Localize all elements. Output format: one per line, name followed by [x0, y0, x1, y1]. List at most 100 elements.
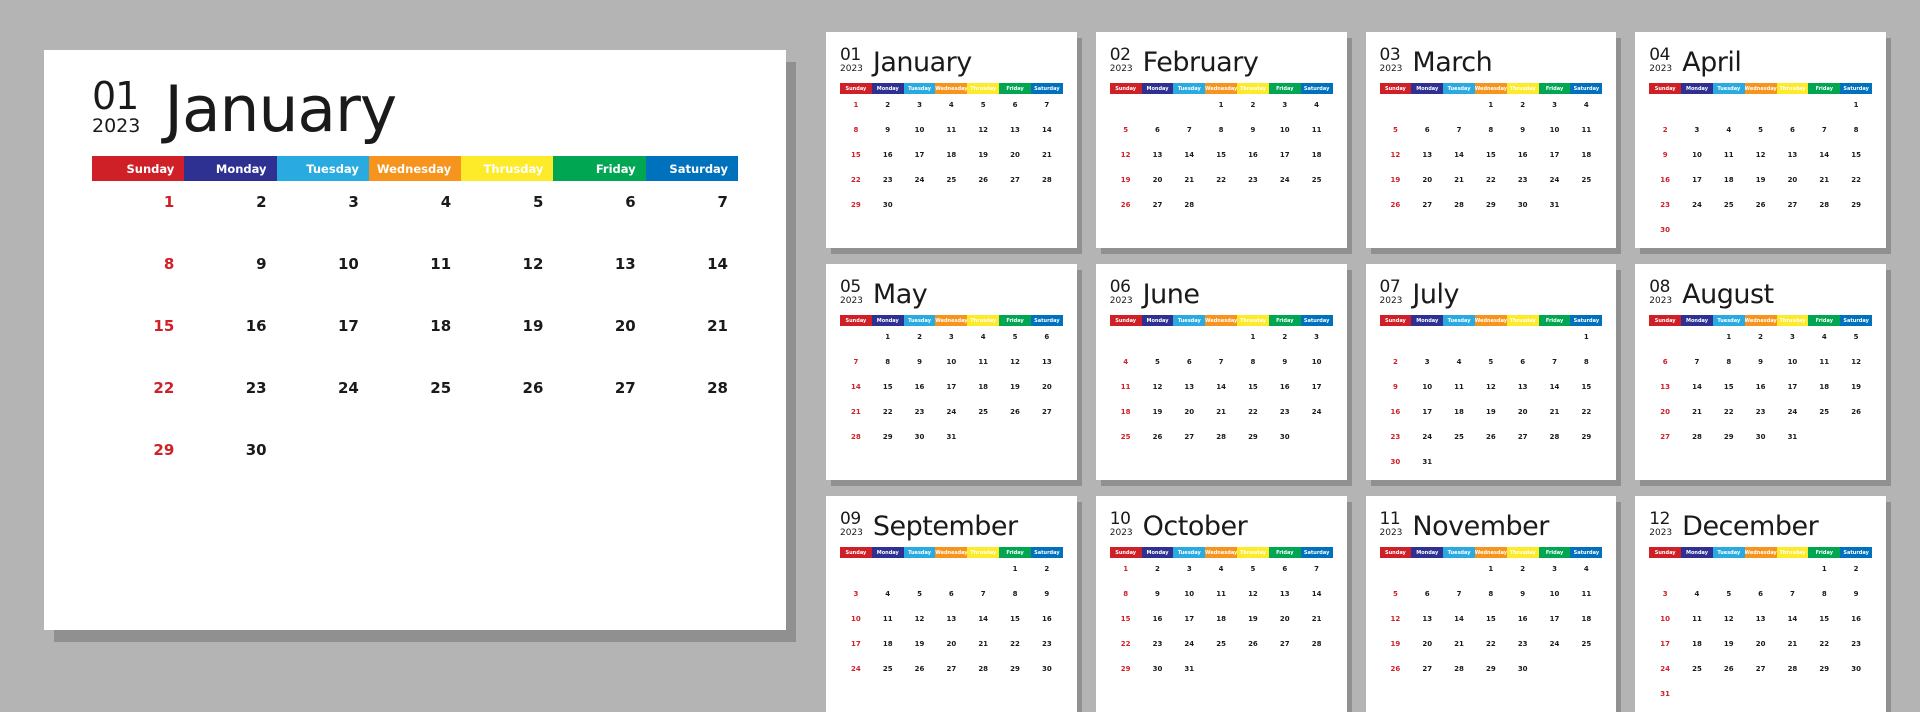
date-cell[interactable]: 29 [999, 662, 1031, 687]
date-cell[interactable]: 22 [1475, 173, 1507, 198]
date-cell[interactable]: 11 [1205, 587, 1237, 612]
date-cell[interactable]: 22 [1570, 405, 1602, 430]
date-cell[interactable]: 24 [1681, 198, 1713, 223]
date-cell[interactable]: 12 [1142, 380, 1174, 405]
date-cell[interactable]: 24 [1539, 637, 1571, 662]
date-cell[interactable]: 17 [277, 317, 369, 379]
date-cell[interactable]: 23 [1507, 637, 1539, 662]
date-cell[interactable]: 23 [1840, 637, 1872, 662]
date-cell[interactable]: 16 [872, 148, 904, 173]
date-cell[interactable]: 24 [1411, 430, 1443, 455]
date-cell[interactable]: 11 [1443, 380, 1475, 405]
date-cell[interactable]: 28 [1205, 430, 1237, 455]
date-cell[interactable]: 20 [1777, 173, 1809, 198]
date-cell[interactable]: 10 [1411, 380, 1443, 405]
date-cell[interactable]: 3 [904, 98, 936, 123]
date-cell[interactable]: 25 [1205, 637, 1237, 662]
date-cell[interactable]: 5 [999, 330, 1031, 355]
date-cell[interactable]: 17 [1777, 380, 1809, 405]
date-cell[interactable]: 1 [1205, 98, 1237, 123]
date-cell[interactable]: 19 [1840, 380, 1872, 405]
date-cell[interactable]: 12 [461, 255, 553, 317]
date-cell[interactable]: 13 [999, 123, 1031, 148]
date-cell[interactable]: 16 [1745, 380, 1777, 405]
date-cell[interactable]: 2 [1031, 562, 1063, 587]
date-cell[interactable]: 21 [967, 637, 999, 662]
date-cell[interactable]: 7 [1681, 355, 1713, 380]
date-cell[interactable]: 3 [1681, 123, 1713, 148]
date-cell[interactable]: 27 [1411, 198, 1443, 223]
date-cell[interactable]: 31 [1411, 455, 1443, 480]
date-cell[interactable]: 11 [967, 355, 999, 380]
date-cell[interactable]: 31 [1777, 430, 1809, 455]
date-cell[interactable]: 20 [1649, 405, 1681, 430]
date-cell[interactable]: 29 [1237, 430, 1269, 455]
date-cell[interactable]: 8 [840, 123, 872, 148]
date-cell[interactable]: 10 [1301, 355, 1333, 380]
date-cell[interactable]: 1 [1840, 98, 1872, 123]
date-cell[interactable]: 5 [1380, 123, 1412, 148]
date-cell[interactable]: 10 [1681, 148, 1713, 173]
date-cell[interactable]: 26 [1380, 662, 1412, 687]
date-cell[interactable]: 29 [1570, 430, 1602, 455]
date-cell[interactable]: 21 [1681, 405, 1713, 430]
date-cell[interactable]: 11 [1110, 380, 1142, 405]
date-cell[interactable]: 2 [184, 193, 276, 255]
mini-month-card-may[interactable]: 05 2023 May Sunday Monday Tuesday Wednesday Thr… [826, 264, 1077, 480]
date-cell[interactable]: 17 [1539, 612, 1571, 637]
date-cell[interactable]: 5 [904, 587, 936, 612]
mini-month-card-november[interactable]: 11 2023 November Sunday Monday Tuesday Wednesd… [1365, 496, 1617, 712]
date-cell[interactable]: 14 [1031, 123, 1063, 148]
date-cell[interactable]: 10 [1649, 612, 1681, 637]
mini-month-card-august[interactable]: 08 2023 August Sunday Monday Tuesday Wednesday… [1635, 264, 1886, 480]
date-cell[interactable]: 30 [1507, 198, 1539, 223]
date-cell[interactable]: 20 [1411, 173, 1443, 198]
date-cell[interactable]: 26 [461, 379, 553, 441]
date-cell[interactable]: 4 [1301, 98, 1333, 123]
date-cell[interactable]: 19 [999, 380, 1031, 405]
date-cell[interactable]: 5 [461, 193, 553, 255]
date-cell[interactable]: 4 [1570, 98, 1602, 123]
date-cell[interactable]: 14 [1681, 380, 1713, 405]
date-cell[interactable]: 27 [1745, 662, 1777, 687]
date-cell[interactable]: 24 [1777, 405, 1809, 430]
date-cell[interactable]: 2 [1380, 355, 1412, 380]
date-cell[interactable]: 6 [1507, 355, 1539, 380]
date-cell[interactable]: 9 [1269, 355, 1301, 380]
date-cell[interactable]: 14 [840, 380, 872, 405]
date-cell[interactable]: 17 [1411, 405, 1443, 430]
date-cell[interactable]: 11 [1570, 587, 1602, 612]
date-cell[interactable]: 7 [1777, 587, 1809, 612]
date-cell[interactable]: 6 [1031, 330, 1063, 355]
date-cell[interactable]: 17 [1301, 380, 1333, 405]
date-cell[interactable]: 8 [1110, 587, 1142, 612]
date-cell[interactable]: 20 [935, 637, 967, 662]
date-cell[interactable]: 2 [1745, 330, 1777, 355]
date-cell[interactable]: 7 [646, 193, 738, 255]
date-cell[interactable]: 4 [369, 193, 461, 255]
date-cell[interactable]: 26 [999, 405, 1031, 430]
date-cell[interactable]: 2 [872, 98, 904, 123]
date-cell[interactable]: 3 [1173, 562, 1205, 587]
date-cell[interactable]: 7 [840, 355, 872, 380]
date-cell[interactable]: 9 [1142, 587, 1174, 612]
date-cell[interactable]: 19 [1110, 173, 1142, 198]
date-cell[interactable]: 22 [1713, 405, 1745, 430]
mini-month-card-february[interactable]: 02 2023 February Sunday Monday Tuesday Wednesd… [1095, 32, 1347, 248]
date-cell[interactable]: 16 [184, 317, 276, 379]
date-cell[interactable]: 13 [1411, 612, 1443, 637]
date-cell[interactable]: 28 [1173, 198, 1205, 223]
mini-month-card-december[interactable]: 12 2023 December Sunday Monday Tuesday Wednesd… [1635, 496, 1886, 712]
date-cell[interactable]: 25 [1713, 198, 1745, 223]
date-cell[interactable]: 10 [840, 612, 872, 637]
date-cell[interactable]: 24 [1301, 405, 1333, 430]
date-cell[interactable]: 12 [1237, 587, 1269, 612]
date-cell[interactable]: 26 [1110, 198, 1142, 223]
date-cell[interactable]: 28 [840, 430, 872, 455]
date-cell[interactable]: 13 [1411, 148, 1443, 173]
date-cell[interactable]: 21 [1173, 173, 1205, 198]
date-cell[interactable]: 4 [935, 98, 967, 123]
date-cell[interactable]: 28 [967, 662, 999, 687]
date-cell[interactable]: 17 [1173, 612, 1205, 637]
date-cell[interactable]: 5 [1475, 355, 1507, 380]
